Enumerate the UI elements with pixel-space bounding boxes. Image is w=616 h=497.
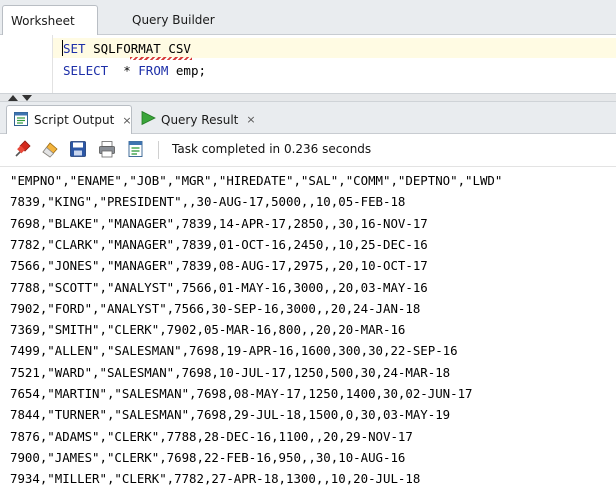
run-triangle-icon	[140, 110, 156, 129]
editor-line-2[interactable]: SELECT * FROM emp;	[63, 63, 206, 78]
editor-tab-bar: Worksheet Query Builder	[0, 0, 616, 35]
pane-splitter[interactable]	[0, 93, 616, 102]
tab-query-builder[interactable]: Query Builder	[124, 5, 223, 35]
task-status: Task completed in 0.236 seconds	[172, 142, 372, 156]
tab-script-output-label: Script Output	[34, 113, 115, 127]
output-line: 7900,"JAMES","CLERK",7698,22-FEB-16,950,…	[10, 449, 406, 465]
keyword-select: SELECT	[63, 63, 109, 78]
output-toolbar: Task completed in 0.236 seconds	[0, 134, 616, 166]
keyword-from: FROM	[138, 63, 169, 78]
print-icon[interactable]	[97, 139, 117, 159]
tab-query-result-label: Query Result	[161, 112, 239, 127]
output-line: 7876,"ADAMS","CLERK",7788,28-DEC-16,1100…	[10, 428, 413, 444]
spellcheck-squiggle	[130, 57, 192, 60]
pin-icon[interactable]	[12, 139, 32, 159]
output-line: 7934,"MILLER","CLERK",7782,27-APR-18,130…	[10, 471, 421, 487]
collapse-up-icon[interactable]	[8, 95, 18, 101]
editor-gutter	[0, 35, 52, 93]
export-icon[interactable]	[126, 139, 146, 159]
tab-query-result[interactable]: Query Result ×	[138, 105, 256, 134]
output-line: 7654,"MARTIN","SALESMAN",7698,08-MAY-17,…	[10, 386, 473, 401]
output-line: 7499,"ALLEN","SALESMAN",7698,19-APR-16,1…	[10, 343, 458, 359]
output-line: 7844,"TURNER","SALESMAN",7698,29-JUL-18,…	[10, 407, 451, 423]
output-line: 7782,"CLARK","MANAGER",7839,01-OCT-16,24…	[10, 236, 428, 252]
output-line: 7698,"BLAKE","MANAGER",7839,14-APR-17,28…	[10, 215, 428, 231]
output-line: 7839,"KING","PRESIDENT",,30-AUG-17,5000,…	[10, 194, 406, 210]
editor-line-2-star: *	[108, 63, 139, 78]
close-icon[interactable]: ×	[246, 113, 255, 126]
output-line: 7566,"JONES","MANAGER",7839,08-AUG-17,29…	[10, 258, 428, 274]
editor-line-1-text: SQLFORMAT CSV	[85, 41, 191, 56]
script-output-pane[interactable]: "EMPNO","ENAME","JOB","MGR","HIREDATE","…	[0, 166, 616, 497]
toolbar-separator	[158, 141, 159, 159]
tab-script-output[interactable]: Script Output ×	[6, 105, 132, 134]
output-header-line: "EMPNO","ENAME","JOB","MGR","HIREDATE","…	[10, 173, 503, 188]
script-output-icon	[13, 111, 29, 130]
collapse-down-icon[interactable]	[22, 95, 32, 101]
keyword-set: SET	[63, 41, 86, 56]
output-line: 7788,"SCOTT","ANALYST",7566,01-MAY-16,30…	[10, 279, 428, 295]
save-icon[interactable]	[68, 139, 88, 159]
editor-line-1[interactable]: SET SQLFORMAT CSV	[63, 41, 191, 56]
output-tab-bar: Script Output × Query Result ×	[0, 102, 616, 134]
output-line: 7902,"FORD","ANALYST",7566,30-SEP-16,300…	[10, 300, 421, 316]
sql-editor[interactable]: SET SQLFORMAT CSV SELECT * FROM emp;	[0, 35, 616, 93]
tab-worksheet[interactable]: Worksheet	[2, 5, 98, 35]
close-icon[interactable]: ×	[122, 114, 131, 127]
editor-line-2-table: emp;	[168, 63, 207, 78]
output-line: 7521,"WARD","SALESMAN",7698,10-JUL-17,12…	[10, 364, 451, 380]
output-line: 7369,"SMITH","CLERK",7902,05-MAR-16,800,…	[10, 322, 406, 338]
eraser-icon[interactable]	[40, 139, 60, 159]
